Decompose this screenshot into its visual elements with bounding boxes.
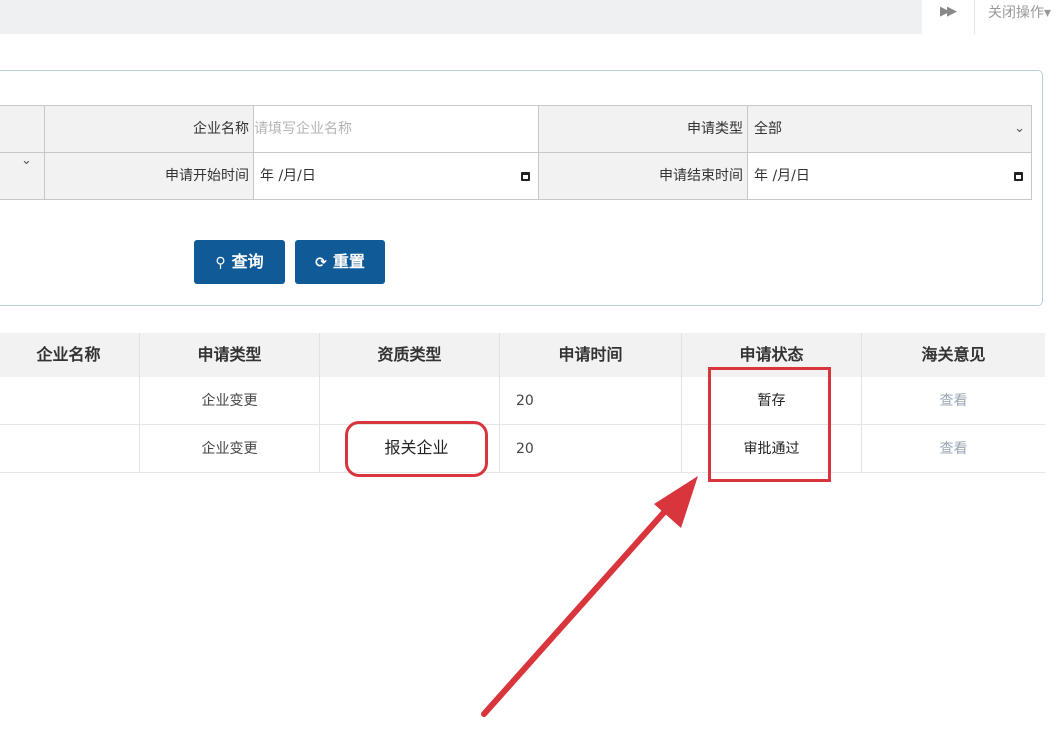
company-name-placeholder: 请填写企业名称 (254, 121, 352, 137)
column-header: 企业名称 (0, 333, 140, 377)
arrow-shaft (481, 497, 678, 717)
table-cell-qualification (320, 377, 500, 425)
start-time-input[interactable]: 年 /月/日 (254, 153, 539, 199)
table-cell-company (0, 377, 140, 425)
results-table: 企业名称 申请类型 资质类型 申请时间 申请状态 海关意见 企业变更 20 暂存… (0, 333, 1045, 477)
end-time-value: 年 /月/日 (754, 168, 810, 184)
divider (974, 0, 975, 34)
column-header: 申请时间 (500, 333, 682, 377)
column-header: 申请类型 (140, 333, 320, 377)
reset-button[interactable]: ⟳ 重置 (295, 240, 385, 284)
close-operations-label: 关闭操作 (988, 5, 1044, 21)
query-button[interactable]: ⚲ 查询 (194, 240, 285, 284)
start-time-value: 年 /月/日 (260, 168, 316, 184)
view-opinion-link[interactable]: 查看 (862, 377, 1045, 425)
reset-button-label: 重置 (332, 252, 365, 271)
chevron-down-icon: ⌄ (21, 153, 32, 168)
search-icon: ⚲ (215, 255, 226, 271)
close-operations-menu[interactable]: 关闭操作▾ (988, 2, 1051, 22)
end-time-label: 申请结束时间 (539, 153, 748, 199)
refresh-icon: ⟳ (315, 255, 327, 271)
company-name-input[interactable]: 请填写企业名称 (254, 106, 539, 153)
view-opinion-link[interactable]: 查看 (862, 425, 1045, 473)
calendar-icon[interactable] (1014, 172, 1023, 181)
table-cell-apply-type: 企业变更 (140, 377, 320, 425)
table-cell-apply-type: 企业变更 (140, 425, 320, 473)
tab-strip (0, 0, 922, 34)
column-header: 资质类型 (320, 333, 500, 377)
company-name-label: 企业名称 (45, 106, 254, 153)
calendar-icon[interactable] (521, 172, 530, 181)
end-time-input[interactable]: 年 /月/日 (748, 153, 1031, 199)
apply-type-label: 申请类型 (539, 106, 748, 153)
table-cell-time: 20 (500, 377, 682, 425)
double-chevron-right-icon[interactable]: ▶▶ (940, 4, 957, 19)
table-cell-time: 20 (500, 425, 682, 473)
leading-select[interactable]: ⌄ (0, 153, 45, 199)
leading-field[interactable] (0, 106, 45, 153)
table-cell-company (0, 425, 140, 473)
start-time-label: 申请开始时间 (45, 153, 254, 199)
query-button-label: 查询 (231, 252, 264, 271)
search-form: 企业名称 请填写企业名称 申请类型 全部 ⌄ ⌄ 申请开始时间 年 /月/日 申… (0, 105, 1032, 200)
chevron-down-icon: ⌄ (1014, 121, 1025, 136)
apply-type-select[interactable]: 全部 ⌄ (748, 106, 1031, 153)
annotation-arrow (481, 476, 698, 717)
status-highlight-box (708, 367, 831, 482)
apply-type-selected: 全部 (754, 121, 782, 137)
qualification-highlight: 报关企业 (345, 421, 488, 477)
column-header: 海关意见 (862, 333, 1045, 377)
